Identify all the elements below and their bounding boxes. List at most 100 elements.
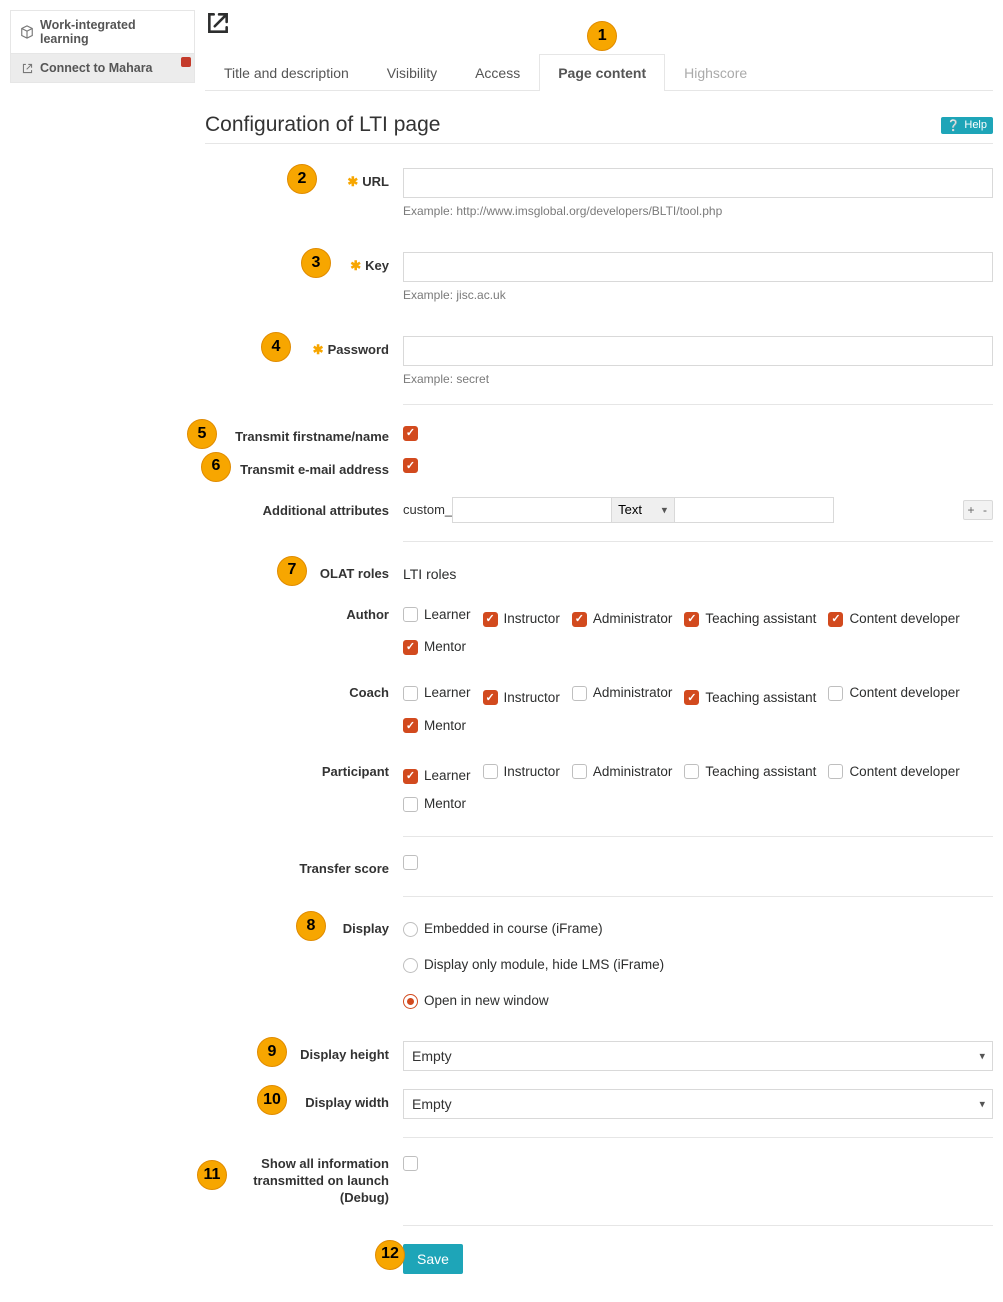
sidebar-item-mahara[interactable]: Connect to Mahara	[10, 53, 195, 83]
display-width-select[interactable]: Empty	[403, 1089, 993, 1119]
role-checkbox[interactable]: Administrator	[572, 758, 673, 786]
sidebar: Work-integrated learning Connect to Maha…	[10, 10, 195, 1292]
role-checkbox[interactable]: Learner	[403, 601, 471, 629]
required-icon: ✱	[347, 174, 358, 189]
alert-indicator	[181, 57, 191, 67]
role-label: Instructor	[504, 684, 560, 712]
label-transfer-score: Transfer score	[205, 855, 403, 878]
display-height-select[interactable]: Empty	[403, 1041, 993, 1071]
label-display-width: 10 Display width	[205, 1089, 403, 1119]
url-hint: Example: http://www.imsglobal.org/develo…	[403, 204, 993, 218]
password-input[interactable]	[403, 336, 993, 366]
divider	[403, 896, 993, 897]
label-display: 8 Display	[205, 915, 403, 1023]
display-option-radio[interactable]: Display only module, hide LMS (iFrame)	[403, 951, 993, 979]
required-icon: ✱	[350, 258, 361, 273]
role-checkbox[interactable]: Mentor	[403, 633, 466, 661]
page-title: Configuration of LTI page	[205, 113, 440, 137]
role-checkbox[interactable]: Instructor	[483, 684, 560, 712]
role-checkbox[interactable]: Instructor	[483, 758, 560, 786]
label-password: 4 ✱Password	[205, 336, 403, 386]
divider	[403, 404, 993, 405]
attribute-add-button[interactable]: +	[964, 501, 978, 519]
attribute-remove-button[interactable]: -	[978, 501, 992, 519]
role-checkbox[interactable]: Administrator	[572, 605, 673, 633]
attribute-prefix: custom_	[403, 502, 452, 517]
role-label: Mentor	[424, 790, 466, 818]
role-label: Content developer	[849, 758, 959, 786]
label-additional-attributes: Additional attributes	[205, 497, 403, 523]
label-role: Author	[205, 601, 403, 662]
tab-label: Visibility	[387, 65, 437, 81]
role-checkbox[interactable]: Teaching assistant	[684, 605, 816, 633]
role-label: Mentor	[424, 633, 466, 661]
annotation-badge-11: 11	[197, 1160, 227, 1190]
role-label: Mentor	[424, 712, 466, 740]
display-option-radio[interactable]: Open in new window	[403, 987, 993, 1015]
role-checkbox[interactable]: Learner	[403, 762, 471, 790]
divider	[403, 1225, 993, 1226]
sidebar-item-label: Work-integrated learning	[40, 18, 185, 46]
label-save: 12	[205, 1244, 403, 1274]
role-label: Learner	[424, 601, 471, 629]
role-checkbox[interactable]: Teaching assistant	[684, 758, 816, 786]
save-button[interactable]: Save	[403, 1244, 463, 1274]
help-icon: ❔	[947, 119, 961, 132]
debug-checkbox[interactable]	[403, 1156, 418, 1171]
label-role: Coach	[205, 679, 403, 740]
attribute-buttons: + -	[963, 500, 993, 520]
label-transmit-name: 5 Transmit firstname/name	[205, 423, 403, 446]
transfer-score-checkbox[interactable]	[403, 855, 418, 870]
role-checkbox[interactable]: Content developer	[828, 679, 959, 707]
display-option-label: Open in new window	[424, 987, 549, 1015]
display-option-radio[interactable]: Embedded in course (iFrame)	[403, 915, 993, 943]
tab-highscore[interactable]: Highscore	[665, 54, 766, 91]
transmit-name-checkbox[interactable]	[403, 426, 418, 441]
annotation-badge-7: 7	[277, 556, 307, 586]
sidebar-item-wil[interactable]: Work-integrated learning	[10, 10, 195, 54]
annotation-badge-10: 10	[257, 1085, 287, 1115]
key-input[interactable]	[403, 252, 993, 282]
label-display-height: 9 Display height	[205, 1041, 403, 1071]
attribute-key-input[interactable]	[452, 497, 612, 523]
tab-title-description[interactable]: Title and description	[205, 54, 368, 91]
tab-access[interactable]: Access	[456, 54, 539, 91]
tab-visibility[interactable]: Visibility	[368, 54, 456, 91]
role-checkbox[interactable]: Mentor	[403, 712, 466, 740]
required-icon: ✱	[313, 342, 324, 357]
role-label: Content developer	[849, 605, 959, 633]
url-input[interactable]	[403, 168, 993, 198]
role-checkbox[interactable]: Content developer	[828, 758, 959, 786]
divider	[403, 541, 993, 542]
role-label: Administrator	[593, 758, 673, 786]
attribute-type-select[interactable]: Text	[611, 497, 675, 523]
tab-label: Title and description	[224, 65, 349, 81]
transmit-email-checkbox[interactable]	[403, 458, 418, 473]
role-checkbox[interactable]: Instructor	[483, 605, 560, 633]
label-olat-roles: 7 OLAT roles	[205, 560, 403, 583]
role-checkbox[interactable]: Teaching assistant	[684, 684, 816, 712]
annotation-badge-5: 5	[187, 419, 217, 449]
annotation-badge-12: 12	[375, 1240, 405, 1270]
tabs: Title and description Visibility Access …	[205, 54, 993, 91]
tab-label: Highscore	[684, 65, 747, 81]
role-checkbox[interactable]: Learner	[403, 679, 471, 707]
tab-label: Page content	[558, 65, 646, 81]
cube-icon	[20, 25, 34, 39]
display-option-label: Display only module, hide LMS (iFrame)	[424, 951, 664, 979]
role-label: Instructor	[504, 758, 560, 786]
help-button[interactable]: ❔ Help	[941, 117, 993, 134]
role-label: Teaching assistant	[705, 684, 816, 712]
divider	[403, 836, 993, 837]
role-checkbox[interactable]: Content developer	[828, 605, 959, 633]
key-hint: Example: jisc.ac.uk	[403, 288, 993, 302]
tab-page-content[interactable]: Page content 1	[539, 54, 665, 91]
annotation-badge-4: 4	[261, 332, 291, 362]
role-checkbox[interactable]: Administrator	[572, 679, 673, 707]
tab-label: Access	[475, 65, 520, 81]
divider	[403, 1137, 993, 1138]
attribute-value-input[interactable]	[674, 497, 834, 523]
divider	[205, 143, 993, 144]
annotation-badge-6: 6	[201, 452, 231, 482]
role-checkbox[interactable]: Mentor	[403, 790, 466, 818]
